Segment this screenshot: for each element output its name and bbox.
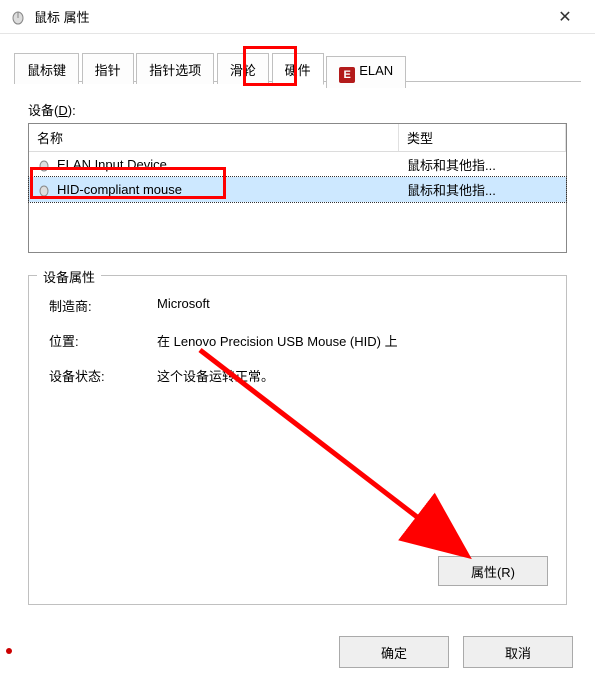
properties-button[interactable]: 属性(R) (438, 556, 548, 586)
device-list[interactable]: 名称 类型 ELAN Input Device 鼠标和其他指... HID-co… (28, 123, 567, 253)
mouse-icon (10, 9, 26, 25)
tab-label: 鼠标键 (27, 63, 66, 78)
status-value: 这个设备运转正常。 (157, 366, 552, 385)
device-type-cell: 鼠标和其他指... (399, 154, 566, 175)
button-label: 确定 (381, 646, 407, 661)
label-underline-key: D (58, 103, 67, 118)
prop-row-manufacturer: 制造商: Microsoft (49, 296, 552, 315)
dialog-buttons: 确定 取消 (339, 636, 573, 668)
tab-elan[interactable]: E ELAN (326, 56, 406, 88)
tab-hardware[interactable]: 硬件 (272, 53, 324, 85)
label-text: ): (68, 103, 76, 118)
window-title: 鼠标 属性 (34, 7, 545, 26)
button-label: 属性(R) (471, 565, 515, 580)
ok-button[interactable]: 确定 (339, 636, 449, 668)
tab-label: 硬件 (285, 63, 311, 78)
tab-wheel[interactable]: 滑轮 (217, 53, 269, 84)
column-name-header[interactable]: 名称 (29, 124, 399, 151)
status-label: 设备状态: (49, 366, 157, 385)
device-row[interactable]: HID-compliant mouse 鼠标和其他指... (29, 177, 566, 202)
mouse-icon (37, 183, 51, 197)
column-type-header[interactable]: 类型 (399, 124, 566, 151)
device-name-cell: ELAN Input Device (29, 154, 399, 175)
tab-bar: 鼠标键 指针 指针选项 滑轮 硬件 E ELAN (14, 52, 581, 82)
mouse-icon (37, 158, 51, 172)
titlebar: 鼠标 属性 ✕ (0, 0, 595, 34)
location-value: 在 Lenovo Precision USB Mouse (HID) 上 (157, 331, 552, 350)
tab-label: 指针 (95, 63, 121, 78)
device-name-cell: HID-compliant mouse (29, 179, 399, 200)
label-text: 设备( (28, 103, 58, 118)
button-label: 取消 (505, 646, 531, 661)
tab-label: 指针选项 (149, 63, 201, 78)
devices-label: 设备(D): (28, 100, 567, 119)
manufacturer-value: Microsoft (157, 296, 552, 315)
prop-row-location: 位置: 在 Lenovo Precision USB Mouse (HID) 上 (49, 331, 552, 350)
cancel-button[interactable]: 取消 (463, 636, 573, 668)
device-list-header: 名称 类型 (29, 124, 566, 152)
prop-row-status: 设备状态: 这个设备运转正常。 (49, 366, 552, 385)
tab-label: ELAN (359, 63, 393, 78)
device-row[interactable]: ELAN Input Device 鼠标和其他指... (29, 152, 566, 177)
device-properties-group: 设备属性 制造商: Microsoft 位置: 在 Lenovo Precisi… (28, 275, 567, 605)
watermark-dot (6, 648, 12, 654)
tab-pointer[interactable]: 指针 (82, 53, 134, 84)
group-title: 设备属性 (37, 267, 101, 286)
elan-icon: E (339, 67, 355, 83)
device-name-text: HID-compliant mouse (57, 182, 182, 197)
manufacturer-label: 制造商: (49, 296, 157, 315)
tab-pointer-options[interactable]: 指针选项 (136, 53, 214, 84)
device-name-text: ELAN Input Device (57, 157, 167, 172)
tab-label: 滑轮 (230, 63, 256, 78)
location-label: 位置: (49, 331, 157, 350)
tab-mouse-buttons[interactable]: 鼠标键 (14, 53, 79, 84)
device-type-cell: 鼠标和其他指... (399, 179, 566, 200)
close-button[interactable]: ✕ (545, 0, 585, 34)
